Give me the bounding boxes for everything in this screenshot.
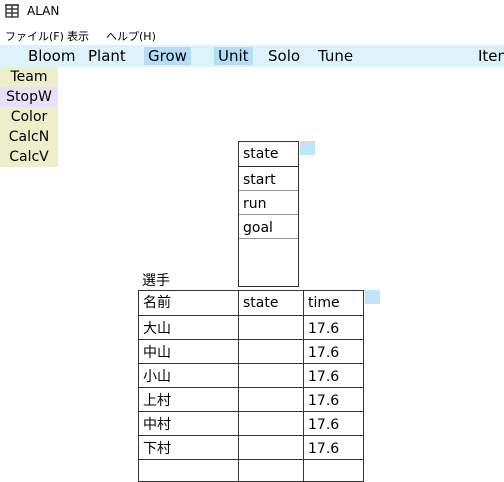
tool-unit[interactable]: Unit bbox=[214, 47, 253, 65]
tool-plant[interactable]: Plant bbox=[84, 47, 130, 65]
cell-time: 17.6 bbox=[308, 321, 340, 337]
cell-time: 17.6 bbox=[308, 369, 340, 385]
divider bbox=[239, 214, 298, 215]
tool-bloom[interactable]: Bloom bbox=[24, 47, 79, 65]
player-table: 名前 state time 大山 17.6 中山 17.6 小山 17.6 上村… bbox=[138, 290, 364, 482]
tool-tune[interactable]: Tune bbox=[314, 47, 357, 65]
state-box: state start run goal bbox=[238, 141, 299, 287]
table-row[interactable]: 中村 17.6 bbox=[139, 412, 363, 436]
title-bar: ALAN bbox=[0, 0, 504, 24]
table-row[interactable]: 中山 17.6 bbox=[139, 340, 363, 364]
table-title: 選手 bbox=[142, 273, 170, 289]
divider bbox=[239, 166, 298, 167]
state-item-goal[interactable]: goal bbox=[243, 219, 273, 237]
divider bbox=[239, 238, 298, 239]
cell-name: 上村 bbox=[143, 393, 171, 409]
tool-grow[interactable]: Grow bbox=[144, 47, 191, 65]
cell-time: 17.6 bbox=[308, 441, 340, 457]
state-box-handle[interactable] bbox=[300, 141, 315, 155]
menu-file[interactable]: ファイル(F) bbox=[5, 28, 64, 44]
tool-solo[interactable]: Solo bbox=[264, 47, 304, 65]
row-divider bbox=[139, 459, 363, 460]
header-state: state bbox=[243, 295, 279, 311]
cell-time: 17.6 bbox=[308, 345, 340, 361]
grid-icon bbox=[5, 4, 19, 18]
cell-time: 17.6 bbox=[308, 393, 340, 409]
divider bbox=[239, 190, 298, 191]
toolbar: Bloom Plant Grow Unit Solo Tune Item bbox=[0, 45, 504, 67]
tool-item[interactable]: Item bbox=[474, 47, 504, 65]
cell-name: 下村 bbox=[143, 441, 171, 457]
header-name: 名前 bbox=[143, 295, 171, 311]
cell-time: 17.6 bbox=[308, 417, 340, 433]
state-item-start[interactable]: start bbox=[243, 171, 276, 189]
side-team[interactable]: Team bbox=[0, 67, 58, 87]
side-calcv[interactable]: CalcV bbox=[0, 147, 58, 167]
table-handle[interactable] bbox=[365, 290, 380, 304]
state-item-run[interactable]: run bbox=[243, 195, 267, 213]
side-stopw[interactable]: StopW bbox=[0, 87, 58, 107]
side-calcn[interactable]: CalcN bbox=[0, 127, 58, 147]
menu-view[interactable]: 表示 bbox=[67, 28, 89, 44]
cell-name: 中村 bbox=[143, 417, 171, 433]
side-color[interactable]: Color bbox=[0, 107, 58, 127]
table-row[interactable]: 小山 17.6 bbox=[139, 364, 363, 388]
state-box-header: state bbox=[243, 146, 279, 162]
table-row[interactable]: 下村 17.6 bbox=[139, 436, 363, 460]
window-title: ALAN bbox=[27, 4, 60, 18]
menu-bar: ファイル(F) 表示 ヘルプ(H) bbox=[0, 26, 504, 44]
header-time: time bbox=[308, 295, 340, 311]
cell-name: 大山 bbox=[143, 321, 171, 337]
cell-name: 中山 bbox=[143, 345, 171, 361]
menu-help[interactable]: ヘルプ(H) bbox=[106, 28, 156, 44]
table-row[interactable]: 上村 17.6 bbox=[139, 388, 363, 412]
table-row[interactable]: 大山 17.6 bbox=[139, 316, 363, 340]
cell-name: 小山 bbox=[143, 369, 171, 385]
